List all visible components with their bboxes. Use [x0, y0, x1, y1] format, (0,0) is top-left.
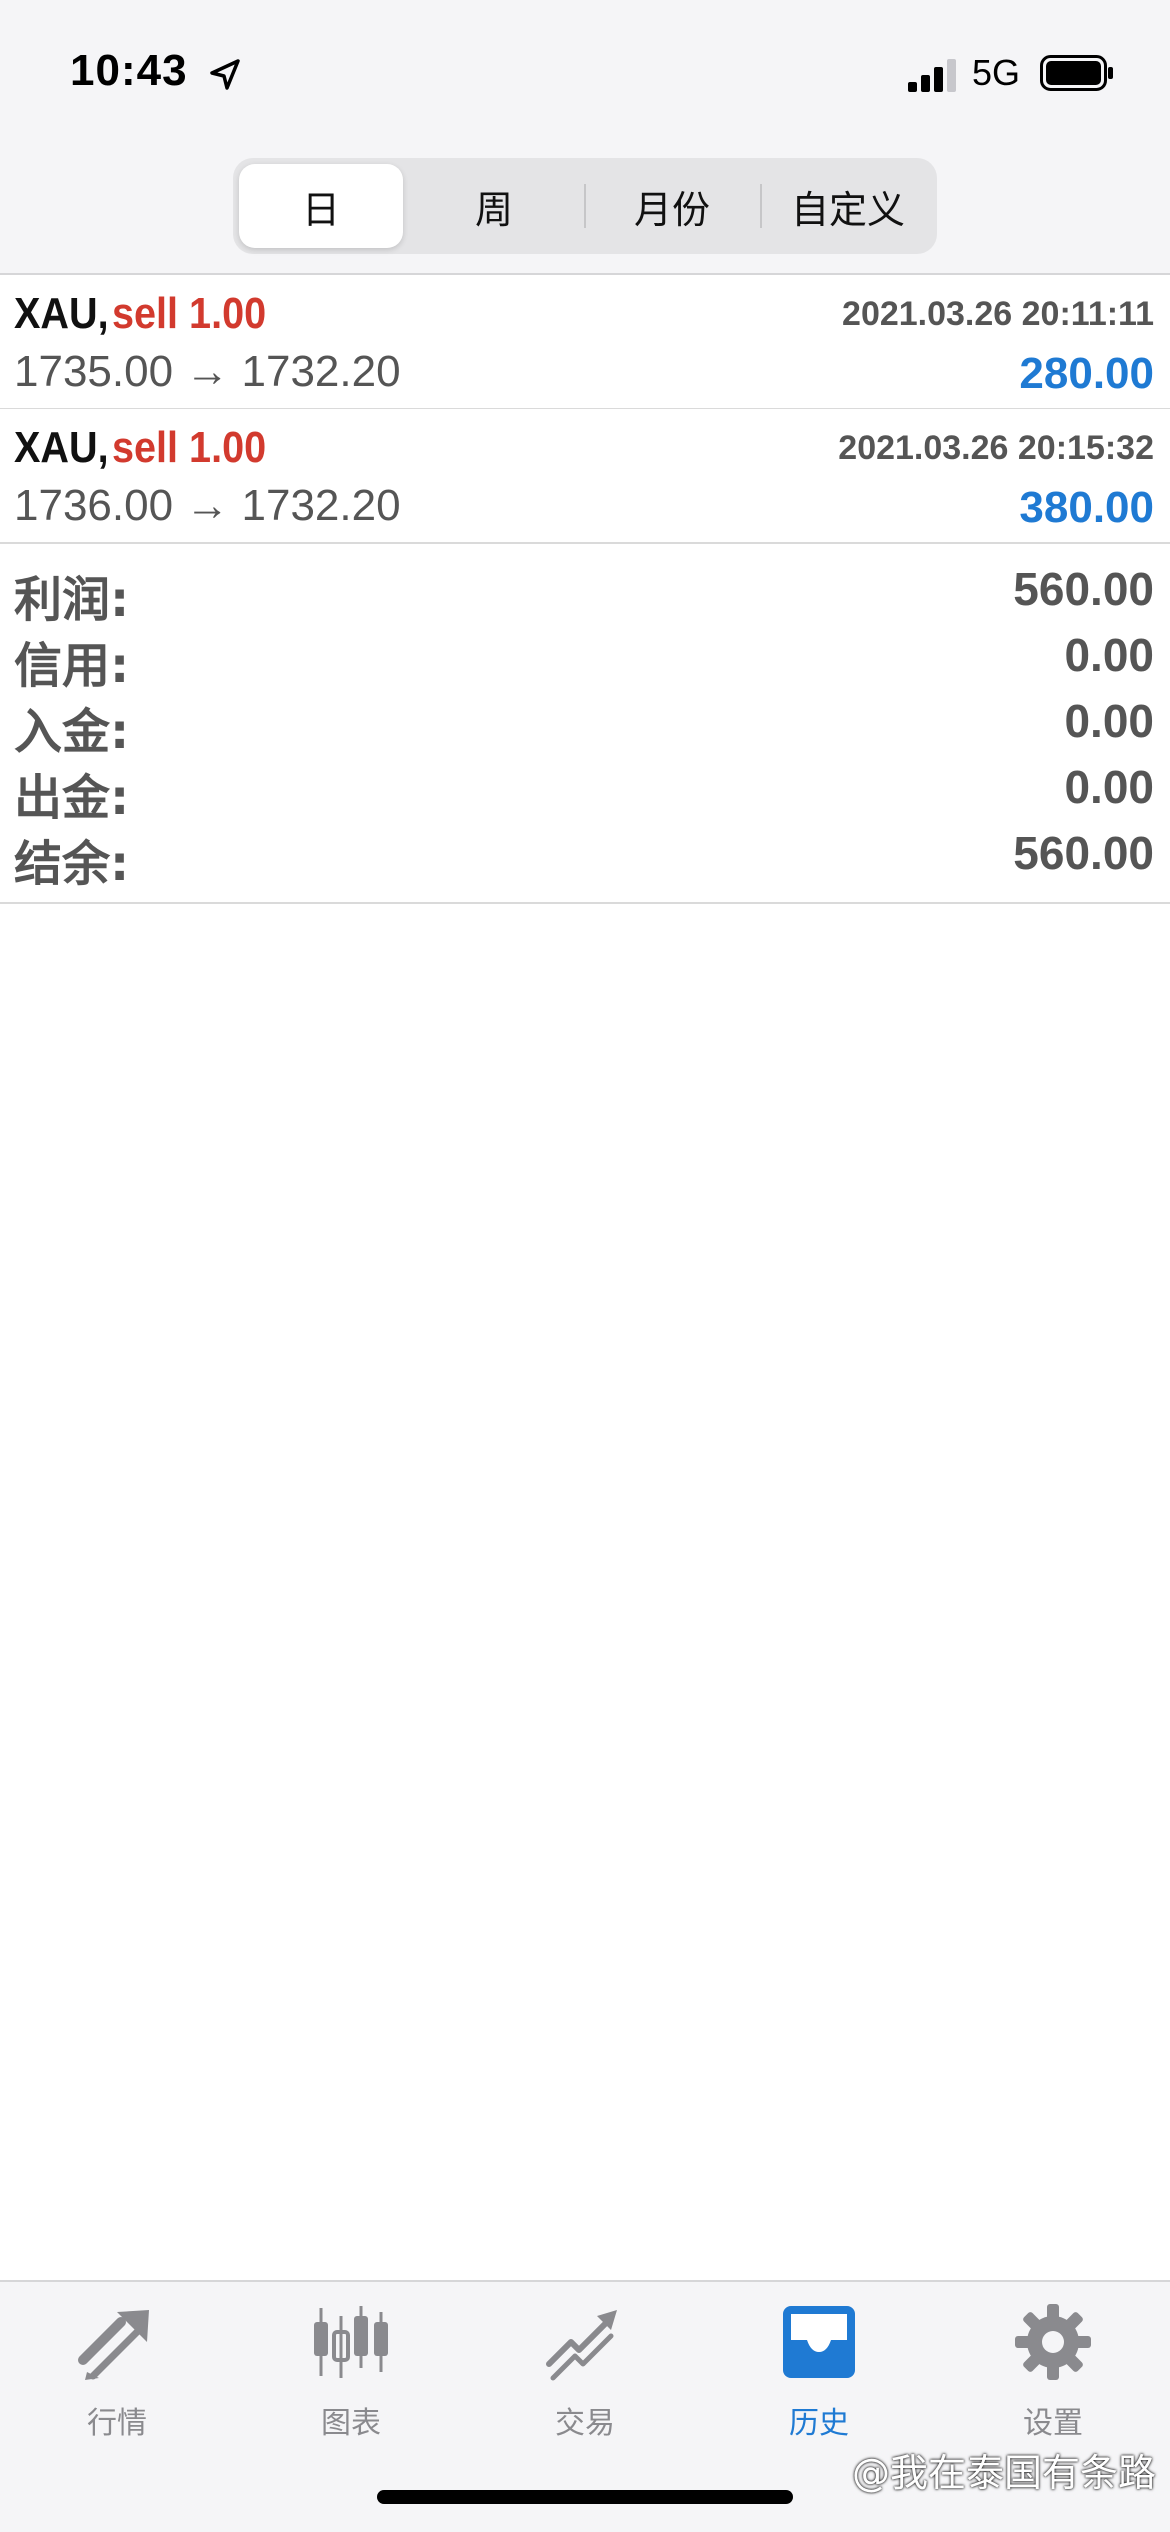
- cellular-signal-icon: [908, 59, 956, 92]
- segment-custom[interactable]: 自定义: [763, 164, 933, 248]
- location-arrow-icon: [210, 59, 240, 90]
- tab-settings[interactable]: 设置: [936, 2302, 1170, 2442]
- header: 10:43 5G 日 周 月份 自定义: [0, 0, 1170, 275]
- summary-value: 0.00: [1064, 761, 1154, 813]
- summary-value: 0.00: [1064, 629, 1154, 681]
- trade-type: sell 1.00: [112, 423, 267, 472]
- trade-type: sell 1.00: [112, 289, 267, 338]
- summary-withdrawal-row: 出金: 0.00: [0, 754, 1170, 826]
- settings-icon: [1015, 2304, 1091, 2380]
- summary-deposit-row: 入金: 0.00: [0, 688, 1170, 760]
- trade-datetime: 2021.03.26 20:11:11: [842, 295, 1154, 333]
- trade-row[interactable]: XAU, sell 1.00 2021.03.26 20:11:11 1735.…: [0, 275, 1170, 410]
- trade-row[interactable]: XAU, sell 1.00 2021.03.26 20:15:32 1736.…: [0, 409, 1170, 544]
- tab-label: 设置: [1023, 2406, 1083, 2441]
- battery-icon: [1040, 55, 1113, 91]
- summary-value: 560.00: [1013, 827, 1154, 879]
- tab-label: 行情: [87, 2406, 147, 2441]
- tab-history[interactable]: 历史: [702, 2302, 936, 2442]
- tab-label: 交易: [555, 2406, 615, 2441]
- summary-profit-row: 利润: 560.00: [0, 556, 1170, 628]
- trade-symbol: XAU,: [14, 289, 109, 338]
- segment-divider: [760, 184, 762, 228]
- trade-icon: [546, 2310, 617, 2381]
- watermark: @我在泰国有条路: [851, 2451, 1156, 2495]
- trade-prices: 1736.00 → 1732.20: [14, 481, 401, 530]
- trade-profit: 280.00: [1019, 349, 1154, 398]
- tab-label: 历史: [789, 2406, 849, 2441]
- tab-chart[interactable]: 图表: [234, 2302, 468, 2442]
- segment-day[interactable]: 日: [239, 164, 403, 248]
- segment-divider: [584, 184, 586, 228]
- segment-month[interactable]: 月份: [587, 164, 757, 248]
- history-icon: [783, 2306, 855, 2378]
- tab-quotes[interactable]: 行情: [0, 2302, 234, 2442]
- network-type: 5G: [972, 52, 1021, 93]
- summary-credit-row: 信用: 0.00: [0, 622, 1170, 694]
- home-indicator[interactable]: [377, 2490, 793, 2504]
- summary-value: 0.00: [1064, 695, 1154, 747]
- summary-label: 信用:: [14, 638, 130, 694]
- trade-datetime: 2021.03.26 20:15:32: [838, 429, 1154, 467]
- summary-label: 利润:: [14, 572, 130, 628]
- chart-icon: [314, 2306, 388, 2378]
- summary-balance-row: 结余: 560.00: [0, 820, 1170, 892]
- tab-trade[interactable]: 交易: [468, 2302, 702, 2442]
- tab-label: 图表: [321, 2406, 381, 2441]
- summary-label: 结余:: [14, 836, 130, 892]
- status-time: 10:43: [70, 46, 188, 95]
- period-segmented-control: 日 周 月份 自定义: [233, 158, 937, 254]
- trade-prices: 1735.00 → 1732.20: [14, 347, 401, 396]
- trade-profit: 380.00: [1019, 483, 1154, 532]
- summary-label: 入金:: [14, 704, 130, 760]
- account-summary: 利润: 560.00 信用: 0.00 入金: 0.00 出金: 0.00 结余…: [0, 542, 1170, 904]
- summary-label: 出金:: [14, 770, 130, 826]
- summary-value: 560.00: [1013, 563, 1154, 615]
- history-screen: 10:43 5G 日 周 月份 自定义 XAU, sell 1.00 2021.…: [0, 0, 1170, 2532]
- trade-symbol: XAU,: [14, 423, 109, 472]
- quotes-icon: [78, 2310, 149, 2380]
- segment-week[interactable]: 周: [409, 164, 579, 248]
